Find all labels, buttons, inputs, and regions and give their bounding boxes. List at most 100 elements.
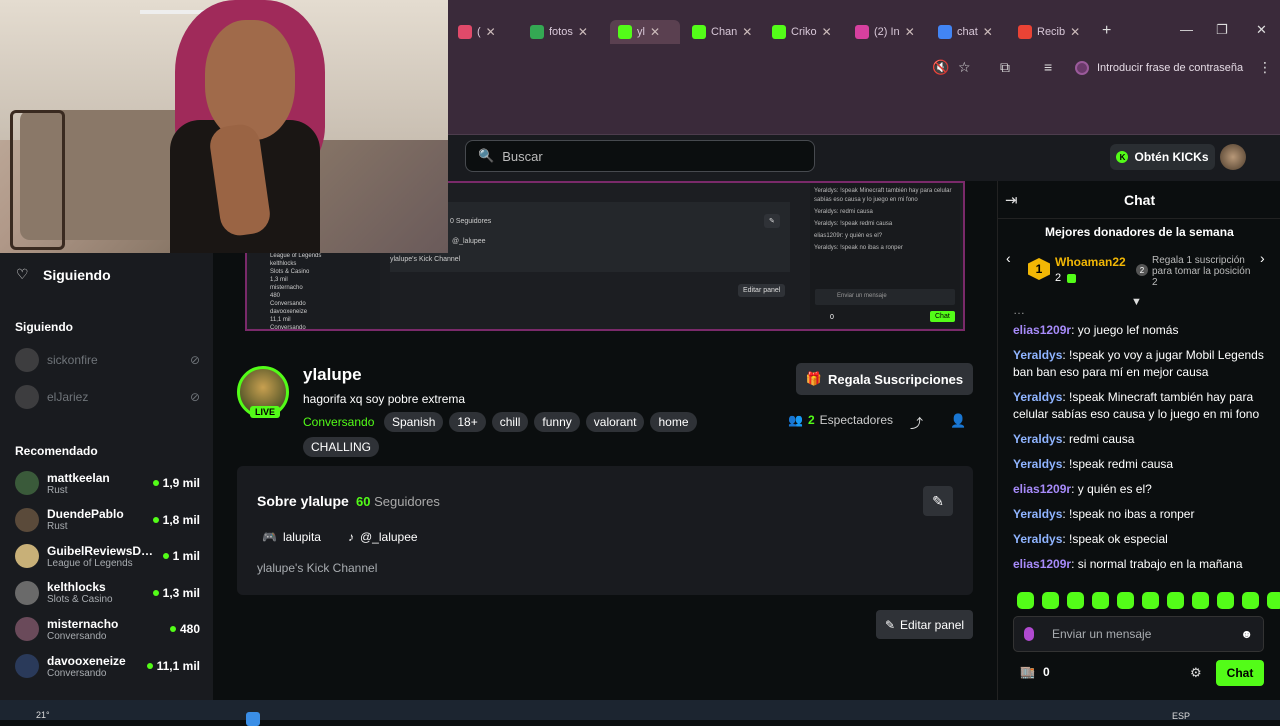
browser-tab[interactable]: Recib ✕ — [1018, 20, 1093, 44]
microphone-icon[interactable] — [1024, 627, 1034, 641]
emote-icon[interactable] — [1067, 592, 1084, 609]
close-tab-icon[interactable]: ✕ — [905, 25, 915, 39]
streamer-name: GuibelReviewsDir... — [47, 543, 155, 558]
mute-icon[interactable]: 🔇 — [932, 59, 949, 76]
share-icon[interactable]: ⤴ — [910, 413, 923, 432]
chat-username[interactable]: elias1209r — [1013, 482, 1071, 496]
close-tab-icon[interactable]: ✕ — [822, 25, 832, 39]
chat-username[interactable]: Yeraldys — [1013, 532, 1062, 546]
discord-link[interactable]: 🎮 lalupita — [262, 530, 321, 544]
emoji-icon[interactable]: ☻ — [1240, 627, 1253, 641]
prev-arrow-icon[interactable]: ‹ — [1006, 250, 1011, 266]
emote-icon[interactable] — [1242, 592, 1259, 609]
next-arrow-icon[interactable]: › — [1260, 250, 1265, 266]
chat-username[interactable]: elias1209r — [1013, 323, 1071, 337]
close-tab-icon[interactable]: ✕ — [983, 25, 993, 39]
sidebar-recommended-item[interactable]: misternacho Conversando 480 — [15, 613, 200, 645]
chat-message: Yeraldys: !speak Minecraft también hay p… — [1013, 390, 1260, 421]
chat-message-input[interactable]: Enviar un mensaje ☻ — [1013, 616, 1264, 652]
sidebar-recommended-item[interactable]: kelthlocks Slots & Casino 1,3 mil — [15, 577, 200, 609]
tag-chip[interactable]: home — [650, 412, 697, 432]
user-avatar[interactable] — [1220, 144, 1246, 170]
following-title[interactable]: Siguiendo — [43, 267, 111, 283]
live-dot-icon — [152, 516, 159, 523]
close-window-button[interactable]: ✕ — [1256, 22, 1267, 38]
browser-tab[interactable]: chat ✕ — [938, 20, 1008, 44]
new-tab-button[interactable]: + — [1102, 22, 1111, 40]
tiktok-link[interactable]: ♪ @_lalupee — [348, 530, 418, 544]
chat-send-button[interactable]: Chat — [1216, 660, 1264, 686]
sidebar-following-item[interactable]: sickonfire ⊘ — [15, 344, 200, 376]
sidebar-recommended-item[interactable]: mattkeelan Rust 1,9 mil — [15, 467, 200, 499]
tag-chip[interactable]: CHALLING — [303, 437, 380, 457]
emote-icon[interactable] — [1117, 592, 1134, 609]
maximize-button[interactable]: ❐ — [1216, 22, 1228, 38]
tag-chip[interactable]: funny — [534, 412, 580, 432]
windows-start-icon[interactable] — [246, 712, 260, 726]
emote-icon[interactable] — [1092, 592, 1109, 609]
browser-tab[interactable]: (2) In ✕ — [855, 20, 927, 44]
gift-prompt[interactable]: Regala 1 suscripción para tomar la posic… — [1152, 255, 1257, 288]
chat-username[interactable]: Yeraldys — [1013, 457, 1062, 471]
close-tab-icon[interactable]: ✕ — [742, 25, 752, 39]
password-prompt[interactable]: Introducir frase de contraseña — [1075, 56, 1245, 80]
close-tab-icon[interactable]: ✕ — [650, 25, 660, 39]
close-tab-icon[interactable]: ✕ — [486, 25, 496, 39]
viewers-icon: 👥 — [788, 413, 803, 427]
chat-truncated-line: … — [1013, 303, 1025, 317]
chat-username[interactable]: Yeraldys — [1013, 348, 1062, 362]
edit-panel-button[interactable]: ✎ Editar panel — [876, 610, 973, 639]
tab-label: (2) In — [874, 26, 900, 38]
star-icon[interactable]: ☆ — [958, 59, 971, 76]
chat-username[interactable]: Yeraldys — [1013, 507, 1062, 521]
minimize-button[interactable]: — — [1180, 22, 1193, 37]
emote-icon[interactable] — [1217, 592, 1234, 609]
edit-about-button[interactable]: ✎ — [923, 486, 953, 516]
extensions-icon[interactable]: ⧉ — [1000, 59, 1010, 76]
search-input[interactable]: 🔍 Buscar — [465, 140, 815, 172]
sidebar-recommended-item[interactable]: davooxeneize Conversando 11,1 mil — [15, 650, 200, 682]
browser-tab[interactable]: fotos ✕ — [530, 20, 600, 44]
close-tab-icon[interactable]: ✕ — [1070, 25, 1080, 39]
followers-label: Seguidores — [374, 494, 440, 509]
stream-category[interactable]: Conversando — [303, 415, 374, 429]
expand-icon[interactable]: ▼ — [1131, 296, 1142, 308]
follow-user-icon[interactable]: 👤 — [950, 413, 966, 429]
tag-chip[interactable]: valorant — [585, 412, 645, 432]
collapse-chat-icon[interactable]: ⇥ — [1005, 191, 1018, 209]
tag-chip[interactable]: 18+ — [449, 412, 486, 432]
menu-dots-icon[interactable]: ⋮ — [1258, 59, 1272, 76]
chat-username[interactable]: Yeraldys — [1013, 390, 1062, 404]
emote-icon[interactable] — [1267, 592, 1280, 609]
browser-tab[interactable]: Chan ✕ — [692, 20, 762, 44]
emote-icon[interactable] — [1192, 592, 1209, 609]
tag-chip[interactable]: Spanish — [384, 412, 444, 432]
sidebar-recommended-item[interactable]: GuibelReviewsDir... League of Legends 1 mi… — [15, 540, 200, 572]
chat-username[interactable]: Yeraldys — [1013, 432, 1062, 446]
browser-tab[interactable]: (✕ — [458, 20, 518, 44]
chat-username[interactable]: elias1209r — [1013, 557, 1071, 571]
viewer-count: 1,3 mil — [162, 585, 200, 600]
media-icon[interactable]: ≡ — [1044, 59, 1052, 75]
browser-tab[interactable]: Criko ✕ — [772, 20, 844, 44]
close-tab-icon[interactable]: ✕ — [578, 25, 588, 39]
emote-icon[interactable] — [1142, 592, 1159, 609]
tag-chip[interactable]: chill — [491, 412, 529, 432]
emote-icon[interactable] — [1017, 592, 1034, 609]
viewer-count: 480 — [179, 622, 200, 637]
get-kicks-button[interactable]: K Obtén KICKs — [1110, 144, 1215, 170]
gift-subs-button[interactable]: 🎁 Regala Suscripciones — [796, 363, 973, 395]
emote-icon[interactable] — [1167, 592, 1184, 609]
sidebar-following-item[interactable]: elJariez ⊘ — [15, 381, 200, 413]
avatar — [15, 544, 39, 569]
donor-name[interactable]: Whoaman22 — [1055, 255, 1126, 269]
emote-icon[interactable] — [1042, 592, 1059, 609]
live-dot-icon — [146, 663, 153, 669]
channel-points[interactable]: 🏬 0 — [1020, 665, 1050, 679]
gear-icon[interactable]: ⚙ — [1190, 665, 1202, 681]
viewer-count: 1 mil — [172, 549, 200, 564]
browser-tab[interactable]: yl ✕ — [610, 20, 680, 44]
channel-name[interactable]: ylalupe — [303, 365, 362, 385]
sidebar-recommended-item[interactable]: DuendePablo Rust 1,8 mil — [15, 504, 200, 536]
gift-subs-label: Regala Suscripciones — [828, 371, 964, 387]
